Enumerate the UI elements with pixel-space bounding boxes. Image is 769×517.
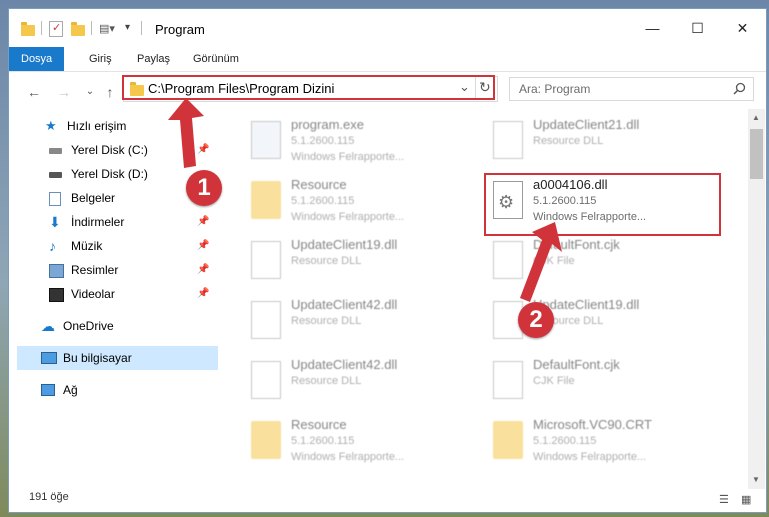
step-marker-1: 1	[186, 170, 222, 206]
annotation-arrows	[168, 98, 562, 302]
arrow-1	[168, 98, 204, 168]
arrow-2	[520, 222, 562, 302]
step-marker-2: 2	[518, 302, 554, 338]
